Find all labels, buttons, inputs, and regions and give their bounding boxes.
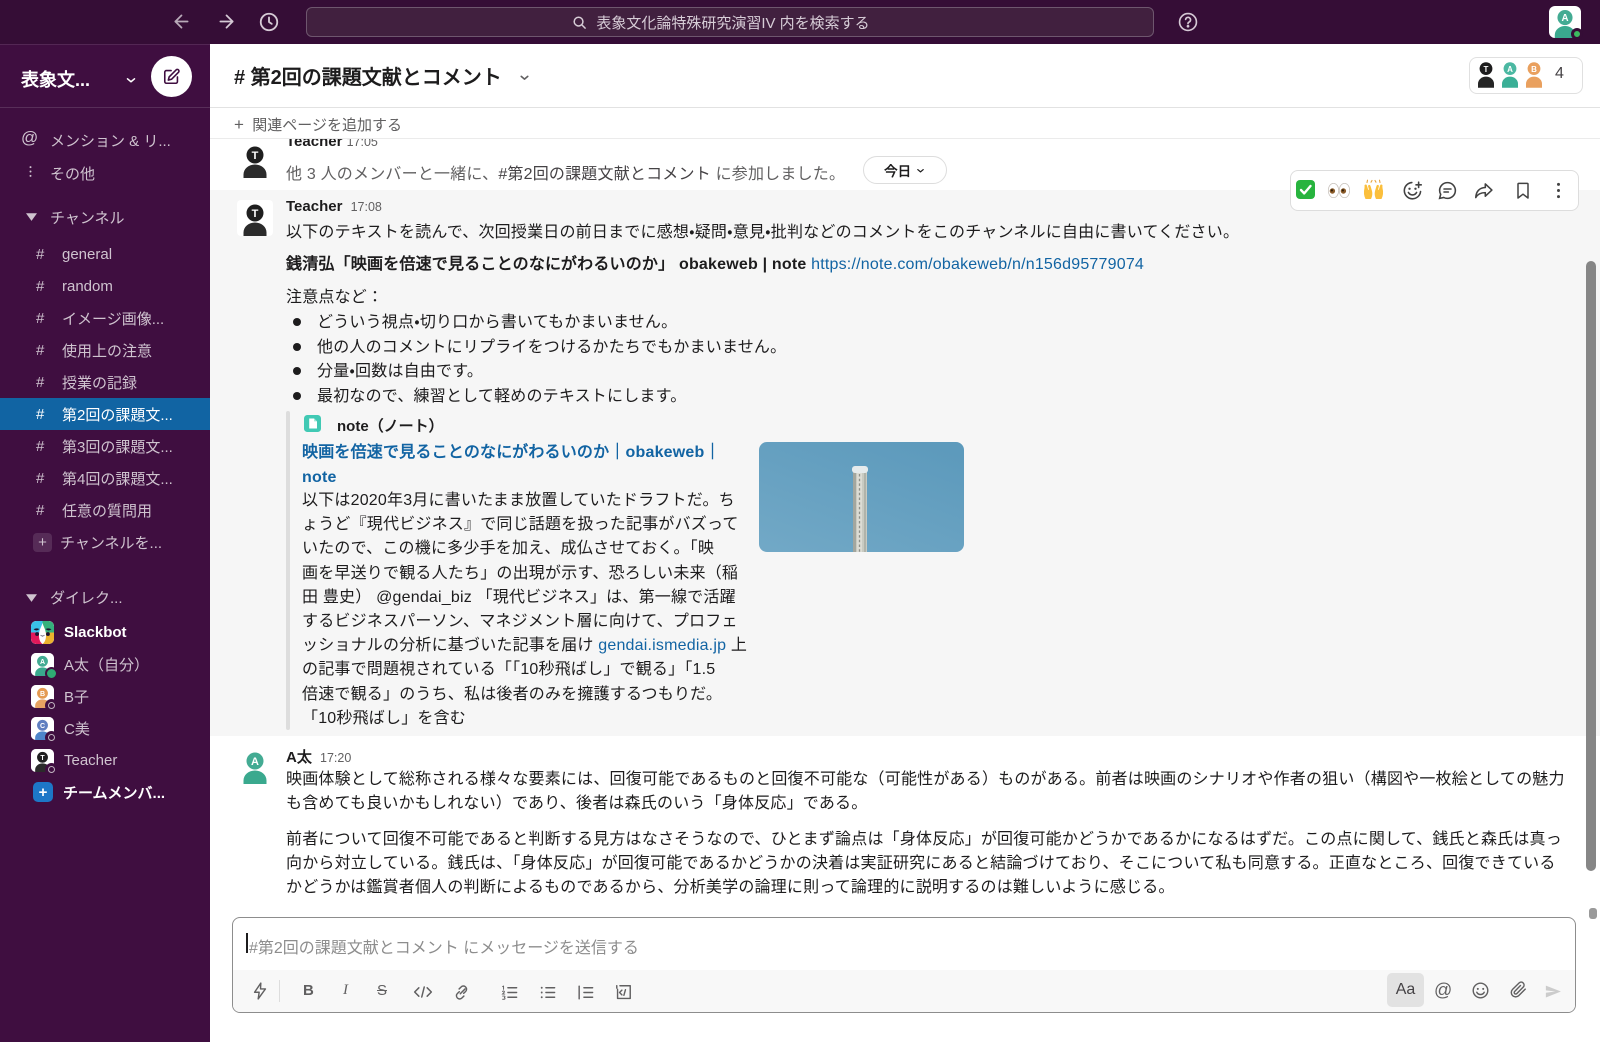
- svg-text:T: T: [252, 208, 259, 220]
- svg-text:T: T: [252, 150, 259, 162]
- svg-text:C: C: [40, 722, 45, 729]
- svg-text:T: T: [40, 754, 45, 761]
- svg-text:A: A: [1507, 65, 1513, 74]
- svg-text:A: A: [251, 756, 259, 768]
- svg-text:B: B: [40, 690, 45, 697]
- svg-text:A: A: [1561, 13, 1568, 24]
- svg-text:T: T: [1484, 65, 1489, 74]
- svg-text:A: A: [40, 658, 45, 665]
- svg-text:B: B: [1531, 65, 1537, 74]
